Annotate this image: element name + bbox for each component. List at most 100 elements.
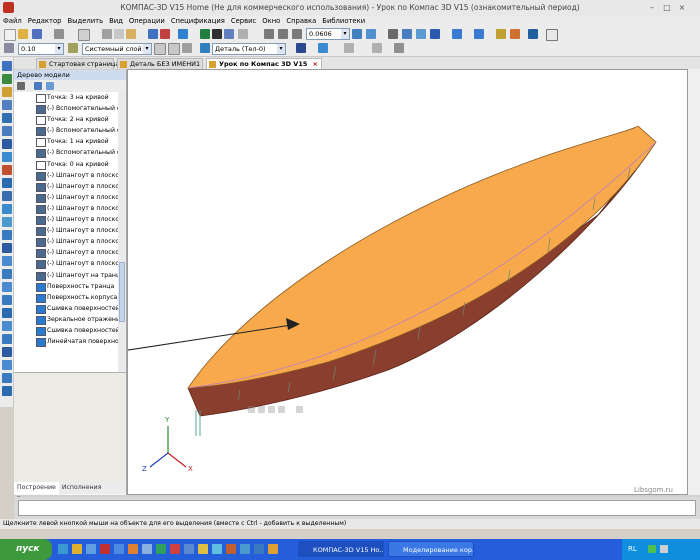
tree-item[interactable]: (-) Шпангоут на транце bbox=[14, 270, 118, 281]
menu-view[interactable]: Вид bbox=[106, 16, 126, 27]
pan-icon[interactable] bbox=[366, 29, 376, 39]
grid-toggle-icon[interactable] bbox=[182, 43, 192, 53]
layer-combo[interactable]: Системный слой (0) ▾ bbox=[82, 43, 152, 55]
undo-icon[interactable] bbox=[148, 29, 158, 39]
quick-launch-app6-icon[interactable] bbox=[170, 544, 180, 554]
hole-icon[interactable] bbox=[2, 269, 12, 279]
minimize-button[interactable]: – bbox=[646, 2, 658, 13]
tab-construction[interactable]: Построение bbox=[14, 482, 59, 494]
checkbox-icon[interactable] bbox=[546, 29, 558, 41]
tab-start-page[interactable]: Стартовая страница bbox=[36, 58, 119, 69]
menu-window[interactable]: Окно bbox=[259, 16, 283, 27]
tab-versions[interactable]: Исполнения bbox=[59, 482, 104, 494]
layer-settings-icon[interactable] bbox=[154, 43, 166, 55]
copy-icon[interactable] bbox=[114, 29, 124, 39]
menu-file[interactable]: Файл bbox=[0, 16, 25, 27]
menu-service[interactable]: Сервис bbox=[228, 16, 259, 27]
tray-volume-icon[interactable] bbox=[660, 545, 668, 553]
library-manager-icon[interactable] bbox=[200, 29, 210, 39]
ribbing-icon[interactable] bbox=[2, 243, 12, 253]
properties-icon[interactable] bbox=[510, 29, 520, 39]
taskbar-browser[interactable]: Моделирование кор... bbox=[388, 541, 474, 557]
sheet-metal-icon[interactable] bbox=[2, 165, 12, 175]
tree-item[interactable]: Точка: 0 на кривой bbox=[14, 159, 118, 170]
spatial-curves-icon[interactable] bbox=[2, 87, 12, 97]
paste-icon[interactable] bbox=[126, 29, 136, 39]
tree-item[interactable]: (-) Шпангоут в плоскост bbox=[14, 203, 118, 214]
quick-launch-app10-icon[interactable] bbox=[226, 544, 236, 554]
tree-item[interactable]: (-) Шпангоут в плоскост bbox=[14, 225, 118, 237]
viewport-scrollbar[interactable] bbox=[688, 69, 700, 495]
start-button[interactable]: пуск bbox=[0, 539, 52, 560]
preview-icon[interactable] bbox=[78, 29, 90, 41]
tree-item[interactable]: Точка: 1 на кривой bbox=[14, 136, 118, 148]
tree-item[interactable]: Точка: 3 на кривой bbox=[14, 92, 118, 103]
quick-launch-app3-icon[interactable] bbox=[128, 544, 138, 554]
tree-view-icon[interactable] bbox=[34, 82, 42, 90]
shaded-icon[interactable] bbox=[416, 29, 426, 39]
cut-icon[interactable] bbox=[102, 29, 112, 39]
attributes-icon[interactable] bbox=[394, 43, 404, 53]
surfaces-icon[interactable] bbox=[2, 100, 12, 110]
quick-launch-desktop-icon[interactable] bbox=[86, 544, 96, 554]
quick-launch-app4-icon[interactable] bbox=[142, 544, 152, 554]
menu-operations[interactable]: Операции bbox=[126, 16, 168, 27]
tree-item[interactable]: (-) Вспомогательный от bbox=[14, 103, 118, 115]
tree-item[interactable]: (-) Шпангоут в плоскост bbox=[14, 258, 118, 270]
specification-icon[interactable] bbox=[2, 178, 12, 188]
color-icon[interactable] bbox=[296, 43, 306, 53]
tree-item[interactable]: Линейчатая поверхност bbox=[14, 336, 118, 348]
menu-edit[interactable]: Редактор bbox=[25, 16, 65, 27]
tree-item[interactable]: Сшивка поверхностей:3 bbox=[14, 325, 118, 336]
zoom-icon[interactable] bbox=[292, 29, 302, 39]
line-width-icon[interactable] bbox=[344, 43, 354, 53]
notation-icon[interactable] bbox=[2, 217, 12, 227]
geometry-icon[interactable] bbox=[2, 61, 12, 71]
scroll-thumb[interactable] bbox=[119, 262, 125, 322]
zoom-window-icon[interactable] bbox=[264, 29, 274, 39]
part-combo[interactable]: Деталь (Тел-0) ▾ bbox=[212, 43, 286, 55]
menu-help[interactable]: Справка bbox=[283, 16, 319, 27]
arrays-icon[interactable] bbox=[2, 113, 12, 123]
variables-icon[interactable] bbox=[212, 29, 222, 39]
tree-item[interactable]: (-) Шпангоут в плоскост bbox=[14, 236, 118, 248]
tree-icon[interactable] bbox=[496, 29, 506, 39]
quick-launch-app9-icon[interactable] bbox=[212, 544, 222, 554]
property-bar-field[interactable] bbox=[18, 500, 696, 516]
measure-icon[interactable] bbox=[238, 29, 248, 39]
edit-part-icon[interactable] bbox=[2, 74, 12, 84]
close-button[interactable]: × bbox=[676, 2, 688, 13]
mirror-icon[interactable] bbox=[2, 308, 12, 318]
quick-launch-app12-icon[interactable] bbox=[254, 544, 264, 554]
wireframe-icon[interactable] bbox=[402, 29, 412, 39]
calculator-icon[interactable] bbox=[224, 29, 234, 39]
measurements-icon[interactable] bbox=[2, 139, 12, 149]
extrude-icon[interactable] bbox=[2, 386, 12, 396]
quick-launch-app7-icon[interactable] bbox=[184, 544, 194, 554]
menu-specification[interactable]: Спецификация bbox=[168, 16, 228, 27]
rotate-icon[interactable] bbox=[352, 29, 362, 39]
quick-launch-app8-icon[interactable] bbox=[198, 544, 208, 554]
layer-state-icon[interactable] bbox=[168, 43, 180, 55]
quick-launch-app11-icon[interactable] bbox=[240, 544, 250, 554]
perspective-icon[interactable] bbox=[452, 29, 462, 39]
tree-item[interactable]: (-) Вспомогательный от bbox=[14, 147, 118, 159]
tab-lesson[interactable]: Урок по Компас 3D V15 × bbox=[206, 58, 322, 69]
aux-geometry-icon[interactable] bbox=[2, 126, 12, 136]
open-folder-icon[interactable] bbox=[18, 29, 28, 39]
print-icon[interactable] bbox=[54, 29, 64, 39]
menu-libraries[interactable]: Библиотеки bbox=[319, 16, 368, 27]
tree-item[interactable]: (-) Шпангоут в плоскост bbox=[14, 214, 118, 226]
quick-launch-app13-icon[interactable] bbox=[268, 544, 278, 554]
tree-item[interactable]: (-) Шпангоут в плоскост bbox=[14, 247, 118, 259]
quick-launch-app2-icon[interactable] bbox=[114, 544, 124, 554]
sweep-icon[interactable] bbox=[2, 360, 12, 370]
quick-launch-ie-icon[interactable] bbox=[58, 544, 68, 554]
chamfer-icon[interactable] bbox=[2, 295, 12, 305]
reports-icon[interactable] bbox=[2, 191, 12, 201]
model-viewport[interactable]: Y X Z Libsgom.ru bbox=[127, 69, 688, 495]
tree-item[interactable]: (-) Шпангоут в плоскост bbox=[14, 181, 118, 192]
tree-item[interactable]: (-) Шпангоут в плоскост bbox=[14, 170, 118, 181]
tree-item[interactable]: Сшивка поверхностей:2 bbox=[14, 303, 118, 314]
dimensions-icon[interactable] bbox=[2, 230, 12, 240]
